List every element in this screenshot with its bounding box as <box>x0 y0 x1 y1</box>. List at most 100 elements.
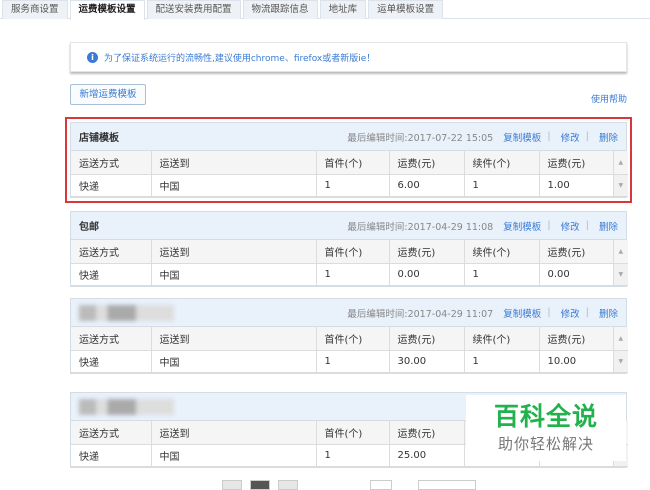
template-table: 运送方式 运送到 首件(个) 运费(元) 续件(个) 运费(元) ▲ 快递 中国 1 6.00 1 1… <box>71 151 628 197</box>
column-header: 续件(个) <box>464 327 540 351</box>
table-header-row: 运送方式运送到首件(个)运费(元)续件(个)运费(元)▲ <box>71 151 628 175</box>
column-header: 续件(个) <box>464 151 540 175</box>
template-header: 店铺模板 最后编辑时间:2017-07-22 15:05 复制模板 | 修改 | 删除 <box>71 123 626 151</box>
table-cell: 快递 <box>71 174 152 197</box>
template-header: 包邮 最后编辑时间:2017-04-29 11:08 复制模板 | 修改 | 删除 <box>71 212 626 240</box>
copy-template-link[interactable]: 复制模板 <box>503 130 541 144</box>
table-row: 快递 中国 1 6.00 1 1.00 ▼ <box>71 174 628 197</box>
column-header: 运费(元) <box>539 327 614 351</box>
column-header: 运费(元) <box>389 151 465 175</box>
table-cell: 快递 <box>71 444 152 467</box>
table-cell: 1 <box>316 444 390 467</box>
browser-notice: i 为了保证系统运行的流畅性,建议使用chrome、firefox或者新版ie！ <box>70 42 627 72</box>
page-jump-input[interactable] <box>370 480 392 490</box>
table-cell: 25.00 <box>389 444 465 467</box>
scroll-up-icon[interactable]: ▲ <box>613 240 628 264</box>
column-header: 运送方式 <box>71 327 152 351</box>
shipping-template-card: 店铺模板 最后编辑时间:2017-07-22 15:05 复制模板 | 修改 | 删除 运送… <box>65 117 632 203</box>
column-header: 首件(个) <box>316 151 390 175</box>
divider: | <box>547 131 551 142</box>
table-cell: 1 <box>316 350 390 373</box>
table-cell: 1 <box>464 174 540 197</box>
table-cell: 30.00 <box>389 350 465 373</box>
scroll-down-icon[interactable]: ▼ <box>613 174 628 197</box>
tab-waybill-templates[interactable]: 运单模板设置 <box>368 0 444 19</box>
add-template-button[interactable]: 新增运费模板 <box>70 84 146 105</box>
last-edited-time: 最后编辑时间:2017-04-29 11:08 <box>347 221 494 233</box>
tab-service-provider[interactable]: 服务商设置 <box>2 0 68 19</box>
column-header: 运送到 <box>151 151 317 175</box>
scroll-down-icon[interactable]: ▼ <box>613 350 628 373</box>
scroll-up-icon[interactable]: ▲ <box>613 327 628 351</box>
table-cell: 中国 <box>151 444 317 467</box>
watermark-title: 百科全说 <box>493 402 598 431</box>
column-header: 首件(个) <box>316 240 390 264</box>
tab-bar: 服务商设置 运费模板设置 配送安装费用配置 物流跟踪信息 地址库 运单模板设置 <box>0 0 650 20</box>
column-header: 首件(个) <box>316 327 390 351</box>
tab-shipping-templates[interactable]: 运费模板设置 <box>69 0 145 20</box>
tab-address-book[interactable]: 地址库 <box>319 0 367 19</box>
column-header: 运送方式 <box>71 421 152 445</box>
table-cell: 6.00 <box>389 174 465 197</box>
scroll-down-icon[interactable]: ▼ <box>613 263 628 286</box>
table-cell: 中国 <box>151 350 317 373</box>
edit-link[interactable]: 修改 <box>561 130 580 144</box>
copy-template-link[interactable]: 复制模板 <box>503 219 541 233</box>
pagination-prev[interactable] <box>222 480 242 490</box>
pagination-next[interactable] <box>278 480 298 490</box>
edit-link[interactable]: 修改 <box>561 219 580 233</box>
delete-link[interactable]: 删除 <box>599 130 618 144</box>
last-edited-time: 最后编辑时间:2017-07-22 15:05 <box>347 132 494 144</box>
table-header-row: 运送方式运送到首件(个)运费(元)续件(个)运费(元)▲ <box>71 327 628 351</box>
table-cell: 快递 <box>71 263 152 286</box>
column-header: 续件(个) <box>464 240 540 264</box>
table-cell: 10.00 <box>539 350 614 373</box>
delete-link[interactable]: 删除 <box>599 306 618 320</box>
column-header: 运送方式 <box>71 151 152 175</box>
tab-delivery-install-fee[interactable]: 配送安装费用配置 <box>146 0 241 19</box>
copy-template-link[interactable]: 复制模板 <box>503 306 541 320</box>
divider: | <box>585 220 589 231</box>
table-cell: 1 <box>464 350 540 373</box>
help-link[interactable]: 使用帮助 <box>591 92 627 105</box>
template-name-blurred <box>79 304 347 321</box>
notice-text: 为了保证系统运行的流畅性,建议使用chrome、firefox或者新版ie！ <box>104 53 376 64</box>
column-header: 运送到 <box>151 240 317 264</box>
divider: | <box>547 220 551 231</box>
divider: | <box>547 307 551 318</box>
table-cell: 中国 <box>151 174 317 197</box>
shipping-template-card: 最后编辑时间:2017-04-29 11:07 复制模板 | 修改 | 删除 运送方式 运送… <box>70 298 628 374</box>
table-cell: 中国 <box>151 263 317 286</box>
column-header: 运费(元) <box>389 421 465 445</box>
tab-logistics-tracking[interactable]: 物流跟踪信息 <box>242 0 318 19</box>
table-row: 快递 中国 1 0.00 1 0.00 ▼ <box>71 263 628 286</box>
divider: | <box>585 131 589 142</box>
table-row: 快递 中国 1 30.00 1 10.00 ▼ <box>71 350 628 373</box>
column-header: 运费(元) <box>539 240 614 264</box>
shipping-template-card: 包邮 最后编辑时间:2017-04-29 11:08 复制模板 | 修改 | 删除 运送方式… <box>70 211 628 287</box>
template-header: 最后编辑时间:2017-04-29 11:07 复制模板 | 修改 | 删除 <box>71 299 626 327</box>
column-header: 首件(个) <box>316 421 390 445</box>
scroll-up-icon[interactable]: ▲ <box>613 151 628 175</box>
template-name: 店铺模板 <box>79 133 119 144</box>
template-table: 运送方式 运送到 首件(个) 运费(元) 续件(个) 运费(元) ▲ 快递 中国 1 0.00 1 0… <box>71 240 628 286</box>
table-cell: 1 <box>316 174 390 197</box>
watermark: 百科全说 助你轻松解决 <box>466 395 626 461</box>
template-table: 运送方式 运送到 首件(个) 运费(元) 续件(个) 运费(元) ▲ 快递 中国 1 30.00 1… <box>71 327 628 373</box>
table-cell: 1.00 <box>539 174 614 197</box>
table-cell: 0.00 <box>389 263 465 286</box>
table-cell: 1 <box>316 263 390 286</box>
last-edited-time: 最后编辑时间:2017-04-29 11:07 <box>347 308 494 320</box>
table-header-row: 运送方式运送到首件(个)运费(元)续件(个)运费(元)▲ <box>71 240 628 264</box>
pagination-page-current[interactable] <box>250 480 270 490</box>
delete-link[interactable]: 删除 <box>599 219 618 233</box>
divider: | <box>585 307 589 318</box>
edit-link[interactable]: 修改 <box>561 306 580 320</box>
page-size-select[interactable] <box>418 480 476 490</box>
table-cell: 1 <box>464 263 540 286</box>
template-name-blurred <box>79 398 503 415</box>
column-header: 运送到 <box>151 421 317 445</box>
table-cell: 0.00 <box>539 263 614 286</box>
info-icon: i <box>87 51 98 63</box>
column-header: 运费(元) <box>389 327 465 351</box>
